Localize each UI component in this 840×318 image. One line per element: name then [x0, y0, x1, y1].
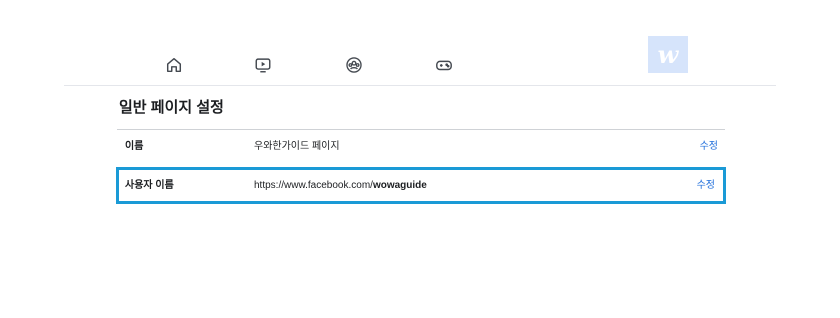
- groups-icon[interactable]: [344, 55, 364, 75]
- top-navigation: w: [64, 36, 776, 86]
- row-label: 이름: [125, 141, 144, 152]
- section-title: 일반 페이지 설정: [119, 99, 224, 116]
- edit-username-link[interactable]: 수정: [697, 170, 715, 201]
- edit-name-link[interactable]: 수정: [700, 130, 718, 164]
- logo-mark: w: [657, 39, 679, 69]
- row-label: 사용자 이름: [125, 180, 174, 191]
- row-value: https://www.facebook.com/wowaguide: [254, 170, 427, 201]
- row-value: 우와한가이드 페이지: [254, 141, 340, 152]
- watch-video-icon[interactable]: [253, 55, 273, 75]
- home-icon[interactable]: [164, 55, 184, 75]
- settings-row-username: 사용자 이름 https://www.facebook.com/wowaguid…: [116, 167, 726, 204]
- username-text: wowaguide: [372, 180, 427, 191]
- logo: w: [648, 36, 688, 73]
- url-prefix: https://www.facebook.com/: [254, 180, 373, 191]
- settings-row-name: 이름 우와한가이드 페이지 수정: [117, 130, 727, 164]
- gaming-icon[interactable]: [434, 55, 454, 75]
